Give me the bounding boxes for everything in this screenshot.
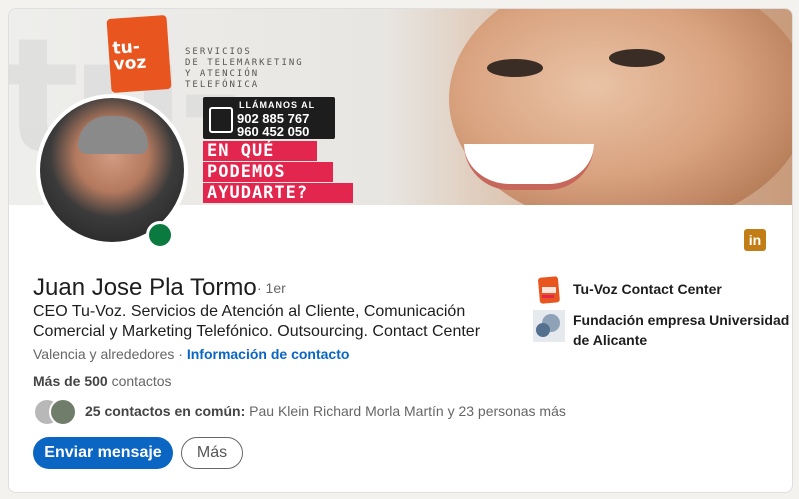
connection-degree: · 1er [257, 280, 286, 296]
banner-logo-text: tu-voz [111, 36, 147, 75]
org-name: Fundación empresa Universidad de Alicant… [573, 312, 790, 348]
online-status-dot [146, 221, 174, 249]
banner-eye [609, 49, 665, 67]
profile-card: tu-voz tu-voz SERVICIOS DE TELEMARKETING… [8, 8, 793, 493]
call-label: LLÁMANOS AL [239, 100, 316, 110]
banner-phone-box: LLÁMANOS AL 902 885 767 960 452 050 [203, 97, 335, 139]
banner-slogan: EN QUÉ PODEMOS AYUDARTE? [203, 141, 353, 203]
connections-count[interactable]: Más de 500 contactos [33, 373, 172, 389]
location-line: Valencia y alrededores · Información de … [33, 346, 350, 362]
telephone-icon [209, 107, 233, 133]
phone-number: 960 452 050 [237, 124, 310, 139]
mutual-avatar [49, 398, 77, 426]
profile-name: Juan Jose Pla Tormo [33, 274, 257, 301]
org-name: Tu-Voz Contact Center [573, 281, 722, 297]
more-button[interactable]: Más [181, 437, 243, 469]
fundacion-logo [533, 310, 565, 342]
send-message-button[interactable]: Enviar mensaje [33, 437, 173, 469]
profile-headline: CEO Tu-Voz. Servicios de Atención al Cli… [33, 303, 481, 340]
banner-eye [487, 59, 543, 77]
linkedin-icon[interactable]: in [744, 229, 766, 251]
location-text: Valencia y alrededores [33, 346, 175, 362]
tu-voz-logo [533, 275, 565, 307]
banner-tagline: SERVICIOS DE TELEMARKETING Y ATENCIÓN TE… [185, 47, 304, 90]
banner-logo: tu-voz [106, 14, 172, 94]
contact-info-link[interactable]: Información de contacto [187, 346, 350, 362]
mutual-connections-text: 25 contactos en común: Pau Klein Richard… [85, 403, 566, 419]
